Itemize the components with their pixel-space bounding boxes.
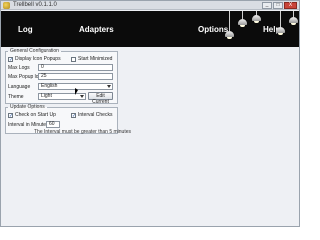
options-panel: General Configuration ✓ Display Icon Pop… [1,47,299,226]
interval-note: The Interval must be greater than 5 minu… [34,129,131,135]
title-bar[interactable]: Trellbell v0.1.1.0 _ □ X [1,1,299,10]
nav-adapters[interactable]: Adapters [79,25,114,35]
general-configuration-legend: General Configuration [10,48,59,54]
update-options-legend: Update Options [10,104,45,110]
interval-checks-label: Interval Checks [78,112,113,118]
edit-current-button[interactable]: Edit Current [88,92,113,105]
max-popup-logs-input[interactable]: 25 [38,73,113,80]
chevron-down-icon [80,95,84,98]
nav-options[interactable]: Options [198,25,228,35]
interval-checks-checkbox[interactable]: ✓ [71,113,76,118]
theme-value: Light [41,93,52,99]
language-value: English [41,83,58,89]
interval-minutes-label: Interval in Minutes [8,122,49,128]
maximize-button[interactable]: □ [273,2,283,9]
display-icon-popups-label: Display Icon Popups [15,56,61,62]
interval-minutes-input[interactable]: 60 [46,121,60,128]
header-bar: Log Adapters Options Help [1,11,299,47]
theme-select[interactable]: Light [38,93,86,100]
app-window: Trellbell v0.1.1.0 _ □ X Log Adapters Op… [0,0,300,227]
window-title: Trellbell v0.1.1.0 [13,2,57,8]
mouse-cursor-icon [75,88,78,95]
window-controls: _ □ X [262,2,297,9]
start-minimized-checkbox[interactable] [71,57,76,62]
nav-log[interactable]: Log [18,25,33,35]
check-on-startup-checkbox[interactable]: ✓ [8,113,13,118]
close-button[interactable]: X [284,2,297,9]
language-label: Language [8,84,31,90]
max-logs-input[interactable]: 0 [38,64,113,71]
start-minimized-label: Start Minimized [78,56,113,62]
chevron-down-icon [107,85,111,88]
app-bell-icon [3,2,10,9]
display-icon-popups-checkbox[interactable]: ✓ [8,57,13,62]
theme-label: Theme [8,94,24,100]
minimize-button[interactable]: _ [262,2,272,9]
max-logs-label: Max Logs [8,65,30,71]
check-on-startup-label: Check on Start Up [15,112,56,118]
